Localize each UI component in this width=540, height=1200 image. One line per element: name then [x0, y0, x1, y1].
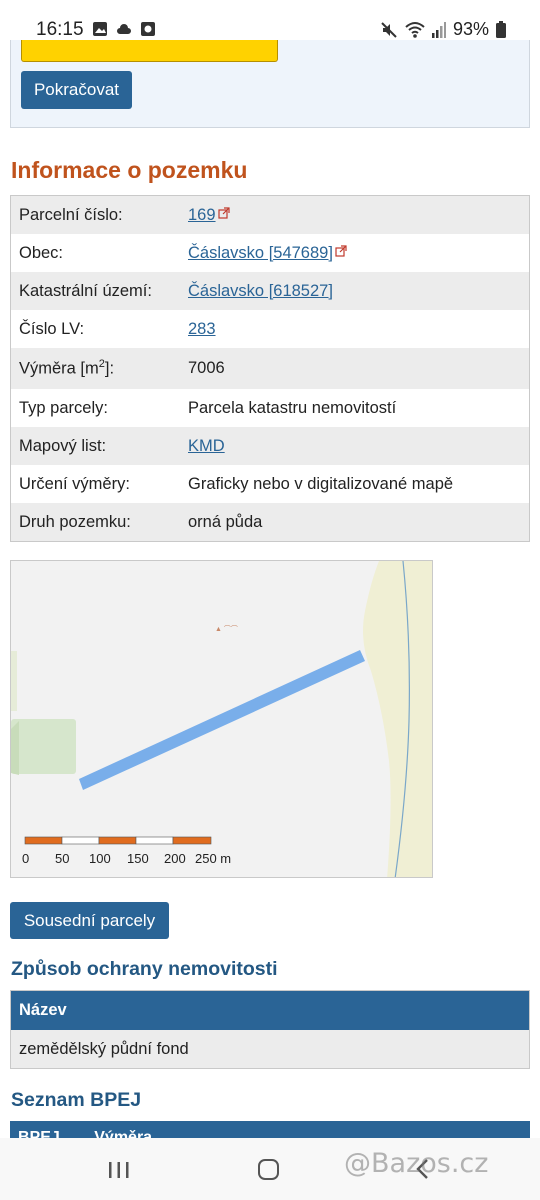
scale-label: 150 — [127, 851, 149, 866]
recent-apps-icon[interactable] — [108, 1160, 130, 1180]
neighbor-parcels-button[interactable]: Sousední parcely — [10, 902, 169, 939]
row-key: Mapový list: — [19, 436, 107, 455]
status-right: 93% — [380, 19, 506, 40]
continue-button[interactable]: Pokračovat — [21, 71, 132, 109]
row-key: Katastrální území: — [19, 281, 152, 300]
image-icon — [93, 22, 107, 36]
row-key: Typ parcely: — [19, 398, 108, 417]
wifi-icon — [405, 21, 425, 38]
row-value: Graficky nebo v digitalizované mapě — [188, 474, 454, 493]
row-key: Druh pozemku: — [19, 512, 131, 531]
highlight-bar — [21, 40, 278, 62]
battery-percent: 93% — [452, 19, 489, 39]
status-time: 16:15 — [36, 19, 84, 40]
status-left-icons — [92, 21, 156, 37]
battery-icon — [496, 21, 506, 38]
map-label: ▲ ⌒⌒ — [215, 625, 238, 633]
info-title: Informace o pozemku — [11, 157, 248, 183]
row-value: 7006 — [188, 359, 225, 377]
external-link-icon[interactable] — [217, 206, 230, 219]
signal-icon — [431, 21, 446, 38]
lv-number-link[interactable]: 283 — [188, 320, 216, 338]
scale-label: 250 m — [195, 851, 232, 866]
row-key-area: Výměra [m2]: — [11, 358, 188, 379]
protection-table: Název zemědělský půdní fond — [10, 990, 530, 1069]
table-row: Obec: Čáslavsko [547689] — [11, 234, 529, 272]
table-cell: zemědělský půdní fond — [11, 1030, 529, 1068]
scale-label: 0 — [22, 851, 30, 866]
cloud-icon — [117, 24, 131, 34]
parcel-map[interactable]: ▲ ⌒⌒ 0 50 100 150 200 250 m — [10, 560, 433, 878]
cadastral-area-link[interactable]: Čáslavsko [618527] — [188, 282, 333, 300]
scale-label: 100 — [89, 851, 111, 866]
map-sheet-link[interactable]: KMD — [188, 437, 225, 455]
mute-icon — [381, 21, 397, 38]
parcel-number-link[interactable]: 169 — [188, 206, 216, 224]
table-row: Mapový list: KMD — [11, 427, 529, 465]
app-icon — [141, 22, 155, 36]
row-key: Určení výměry: — [19, 474, 130, 493]
table-header: Název — [11, 991, 529, 1030]
map-canvas: ▲ ⌒⌒ — [11, 561, 432, 877]
info-table: Parcelní číslo: 169 Obec: Čáslavsko [547… — [10, 195, 530, 542]
area-key-text: Výměra [m — [19, 359, 99, 378]
watermark: @Bazos.cz — [344, 1148, 489, 1179]
table-row: Parcelní číslo: 169 — [11, 196, 529, 234]
row-key: Číslo LV: — [19, 319, 85, 338]
row-key: Obec: — [19, 243, 64, 262]
area-key-after: ]: — [104, 359, 115, 378]
bpej-title: Seznam BPEJ — [11, 1089, 142, 1111]
row-value: orná půda — [188, 512, 263, 531]
system-nav-bar: @Bazos.cz — [0, 1138, 540, 1200]
table-row: Určení výměry: Graficky nebo v digitaliz… — [11, 465, 529, 503]
external-link-icon[interactable] — [335, 244, 347, 257]
home-icon[interactable] — [258, 1159, 279, 1180]
table-row: Číslo LV: 283 — [11, 310, 529, 348]
table-row: Katastrální území: Čáslavsko [618527] — [11, 272, 529, 310]
row-key: Parcelní číslo: — [19, 205, 123, 224]
table-row: Typ parcely: Parcela katastru nemovitost… — [11, 389, 529, 427]
table-row: Výměra [m2]: 7006 — [11, 348, 529, 389]
form-box: Pokračovat — [10, 40, 530, 128]
scale-label: 50 — [55, 851, 70, 866]
protection-title: Způsob ochrany nemovitosti — [11, 958, 278, 980]
scale-label: 200 — [164, 851, 186, 866]
municipality-link[interactable]: Čáslavsko [547689] — [188, 244, 333, 262]
table-row: Druh pozemku: orná půda — [11, 503, 529, 541]
row-value: Parcela katastru nemovitostí — [188, 398, 397, 417]
